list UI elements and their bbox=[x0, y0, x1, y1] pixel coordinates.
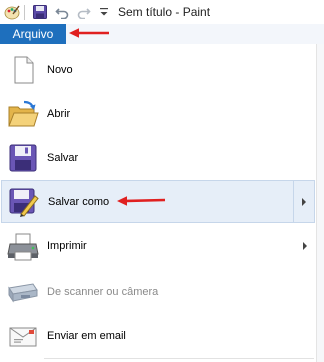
menu-divider bbox=[44, 358, 314, 359]
menu-item-from-scanner[interactable]: De scanner ou câmera bbox=[1, 270, 315, 313]
menu-item-open[interactable]: Abrir bbox=[1, 92, 315, 135]
menu-item-label: De scanner ou câmera bbox=[47, 285, 159, 298]
menu-item-send-email[interactable]: Enviar em email bbox=[1, 314, 315, 357]
submenu-expander[interactable] bbox=[295, 224, 315, 267]
submenu-expander[interactable] bbox=[293, 181, 314, 222]
printer-icon bbox=[7, 230, 39, 262]
save-icon[interactable] bbox=[32, 4, 48, 20]
redo-icon[interactable] bbox=[76, 4, 92, 20]
save-as-icon bbox=[7, 186, 39, 218]
title-bar: Sem título - Paint bbox=[0, 0, 324, 24]
menu-item-label: Enviar em email bbox=[47, 329, 126, 342]
quick-access-separator bbox=[24, 5, 25, 20]
menu-item-new[interactable]: Novo bbox=[1, 48, 315, 91]
menu-item-save[interactable]: Salvar bbox=[1, 136, 315, 179]
menu-item-label: Abrir bbox=[47, 107, 71, 120]
new-file-icon bbox=[7, 54, 39, 86]
menu-item-label: Salvar como bbox=[48, 195, 110, 208]
email-icon bbox=[7, 320, 39, 352]
window-title: Sem título - Paint bbox=[118, 5, 211, 19]
scanner-icon bbox=[7, 276, 39, 308]
menu-item-label: Novo bbox=[47, 63, 73, 76]
annotation-arrow bbox=[117, 196, 166, 206]
paint-app-icon[interactable] bbox=[4, 4, 20, 20]
chevron-right-icon bbox=[302, 197, 306, 206]
menu-right-edge bbox=[317, 44, 324, 362]
undo-icon[interactable] bbox=[54, 4, 70, 20]
file-menu: Novo Abrir Salvar Salvar como Imprimir D… bbox=[0, 44, 317, 362]
annotation-arrow bbox=[69, 28, 109, 38]
customize-quick-access-icon[interactable] bbox=[96, 4, 112, 20]
open-folder-icon bbox=[7, 98, 39, 130]
save-icon bbox=[7, 142, 39, 174]
chevron-right-icon bbox=[303, 241, 307, 250]
file-tab[interactable]: Arquivo bbox=[0, 24, 66, 44]
menu-item-label: Imprimir bbox=[47, 239, 87, 252]
menu-item-print[interactable]: Imprimir bbox=[1, 224, 315, 267]
menu-item-label: Salvar bbox=[47, 151, 79, 164]
